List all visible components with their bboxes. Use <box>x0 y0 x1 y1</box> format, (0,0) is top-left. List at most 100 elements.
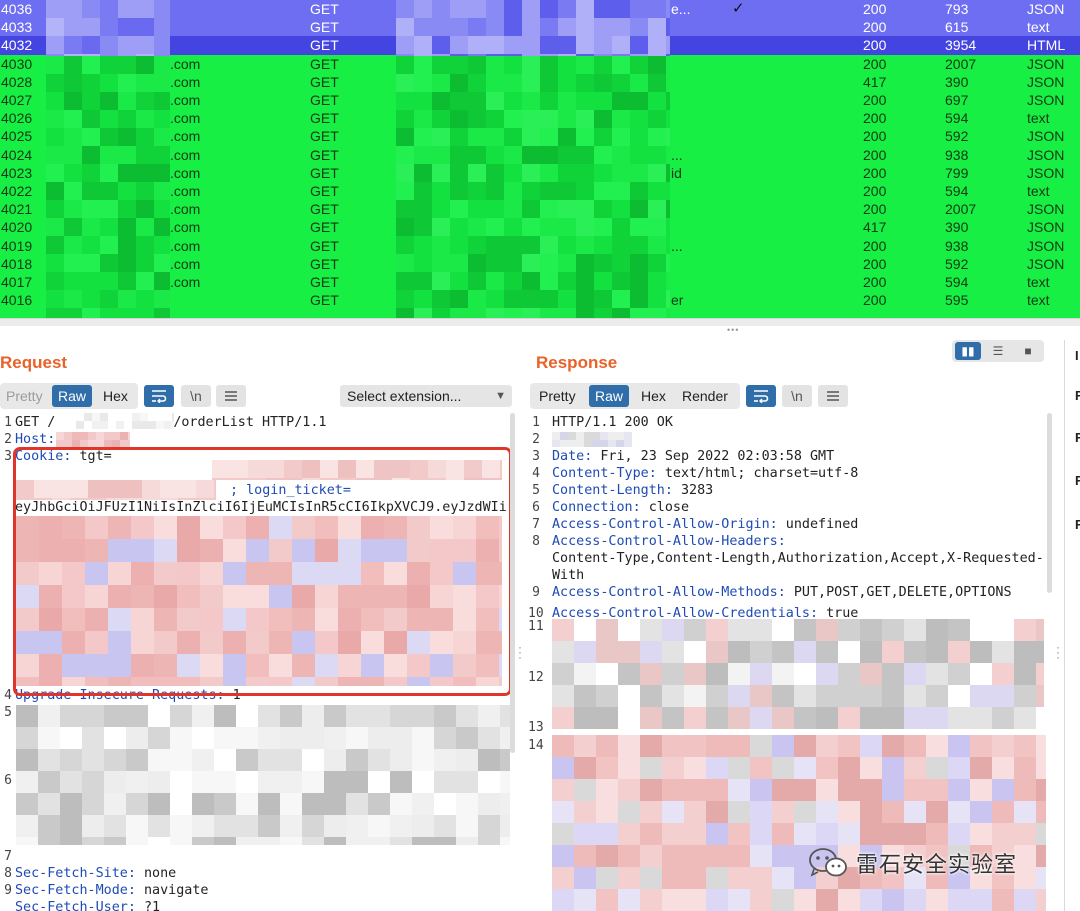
history-cell-mime: text <box>1027 274 1050 290</box>
request-title: Request <box>0 353 68 372</box>
response-tab-render[interactable]: Render <box>676 385 734 407</box>
response-header-value: Fri, 23 Sep 2022 02:03:58 GMT <box>592 449 835 464</box>
history-cell-status: 200 <box>863 274 887 290</box>
cookie-highlight-box <box>13 447 512 696</box>
layout-single-icon[interactable]: ■ <box>1015 342 1041 360</box>
request-tab-raw[interactable]: Raw <box>52 385 93 407</box>
response-title: Response <box>536 353 618 372</box>
history-cell-length: 390 <box>945 219 969 236</box>
response-wrap-icon[interactable] <box>746 385 776 407</box>
request-tab-hex[interactable]: Hex <box>97 385 134 407</box>
history-cell-method: GET <box>310 128 339 145</box>
inspector-panel[interactable]: I R R R R <box>1064 340 1080 911</box>
newline-icon[interactable]: \n <box>181 385 211 407</box>
history-cell-method: GET <box>310 73 339 90</box>
response-line-number: 2 <box>532 432 540 447</box>
request-line-number: 1 <box>4 415 12 430</box>
redacted-host <box>56 432 130 447</box>
proxy-history-table[interactable]: 4036 GET e... 200 793 JSON ✓ 4033 GET 200 615 text 4… <box>0 0 1080 318</box>
history-cell-method: GET <box>310 255 339 272</box>
history-cell-length: 2007 <box>945 201 977 218</box>
history-cell-url-tail: id <box>671 164 682 181</box>
response-header-value: PUT,POST,GET,DELETE,OPTIONS <box>785 585 1012 600</box>
history-cell-length: 938 <box>945 237 969 254</box>
history-cell-url-tail: er <box>671 292 684 309</box>
history-cell-host: .com <box>170 219 201 236</box>
layout-stack-icon[interactable]: ☰ <box>985 342 1011 360</box>
history-cell-id: 4026 <box>1 110 33 127</box>
history-cell-mime: JSON <box>1027 219 1065 236</box>
request-line-number: 6 <box>4 773 12 788</box>
history-cell-mime: JSON <box>1027 55 1065 72</box>
history-cell-length: 793 <box>945 1 969 17</box>
response-line-number: 8 <box>532 534 540 549</box>
request-line: Sec-Fetch-User: ?1 <box>15 899 160 911</box>
history-cell-id: 4018 <box>1 255 33 272</box>
response-header-name: Content-Type: <box>552 466 657 481</box>
response-header-name: Access-Control-Allow-Origin: <box>552 517 778 532</box>
history-cell-host: .com <box>170 201 201 218</box>
menu-icon[interactable] <box>216 385 246 407</box>
extension-select[interactable]: Select extension... ▼ <box>340 385 512 407</box>
history-cell-method: GET <box>310 146 339 163</box>
request-line: Sec-Fetch-Mode: navigate <box>15 882 209 899</box>
response-line-number: 1 <box>532 415 540 430</box>
response-tab-raw[interactable]: Raw <box>589 385 630 407</box>
response-line-number: 11 <box>528 619 544 634</box>
wrap-icon[interactable] <box>144 385 174 407</box>
response-line: Access-Control-Allow-Headers: <box>552 533 786 550</box>
history-cell-mime: HTML <box>1027 37 1066 54</box>
response-line: Content-Type: text/html; charset=utf-8 <box>552 465 858 482</box>
redacted-response-line2 <box>552 432 632 447</box>
response-editor[interactable]: 1 HTTP/1.1 200 OK 2 3 Date: Fri, 23 Sep 2022… <box>528 413 1048 911</box>
history-cell-status: 200 <box>863 128 887 145</box>
request-header-value: none <box>135 866 177 881</box>
response-header-value: 3283 <box>672 483 714 498</box>
response-tab-hex[interactable]: Hex <box>635 385 672 407</box>
history-cell-method: GET <box>310 237 339 254</box>
inspector-section-label[interactable]: R <box>1075 430 1080 445</box>
response-scrollbar[interactable] <box>1047 413 1052 593</box>
response-header-value: undefined <box>777 517 859 532</box>
layout-split-icon[interactable]: ▮▮ <box>955 342 981 360</box>
history-cell-method: GET <box>310 55 339 72</box>
history-cell-host: .com <box>170 55 201 72</box>
response-line-number: 13 <box>528 720 544 735</box>
history-cell-id: 4020 <box>1 219 33 236</box>
inspector-section-label[interactable]: I <box>1075 348 1079 363</box>
history-cell-mime: JSON <box>1027 146 1065 163</box>
history-cell-host: .com <box>170 237 201 254</box>
checkmark-icon: ✓ <box>732 0 745 17</box>
history-cell-status: 200 <box>863 146 887 163</box>
history-cell-id: 4022 <box>1 183 33 199</box>
history-cell-method: GET <box>310 92 339 108</box>
history-cell-length: 799 <box>945 164 969 181</box>
history-cell-mime: JSON <box>1027 164 1065 181</box>
response-line: Content-Length: 3283 <box>552 482 713 499</box>
history-cell-length: 3954 <box>945 37 977 54</box>
history-cell-id: 4036 <box>1 1 33 17</box>
request-scrollbar[interactable] <box>510 413 515 753</box>
response-header-value: text/html; charset=utf-8 <box>656 466 859 481</box>
history-cell-host: .com <box>170 73 201 90</box>
layout-toggle[interactable]: ▮▮ ☰ ■ <box>952 340 1044 362</box>
split-grip-icon[interactable]: ••• <box>727 326 745 335</box>
inspector-section-label[interactable]: R <box>1075 473 1080 488</box>
redacted-response-body <box>552 735 1046 911</box>
pane-grip-icon[interactable]: · · · <box>518 641 524 663</box>
pane-divider[interactable] <box>0 318 1080 326</box>
history-cell-status: 200 <box>863 110 887 127</box>
response-menu-icon[interactable] <box>818 385 848 407</box>
redacted-url-blue <box>396 0 670 56</box>
request-line-number: 3 <box>4 449 12 464</box>
request-line: Sec-Fetch-Site: none <box>15 865 176 882</box>
inspector-section-label[interactable]: R <box>1075 517 1080 532</box>
request-tab-pretty[interactable]: Pretty <box>0 385 49 407</box>
response-grip-icon[interactable]: · · · <box>1056 641 1062 663</box>
history-cell-id: 4033 <box>1 19 33 36</box>
inspector-section-label[interactable]: R <box>1075 388 1080 403</box>
response-tab-pretty[interactable]: Pretty <box>533 385 582 407</box>
redacted-headers <box>16 705 510 845</box>
history-cell-method: GET <box>310 1 339 17</box>
response-newline-icon[interactable]: \n <box>782 385 812 407</box>
